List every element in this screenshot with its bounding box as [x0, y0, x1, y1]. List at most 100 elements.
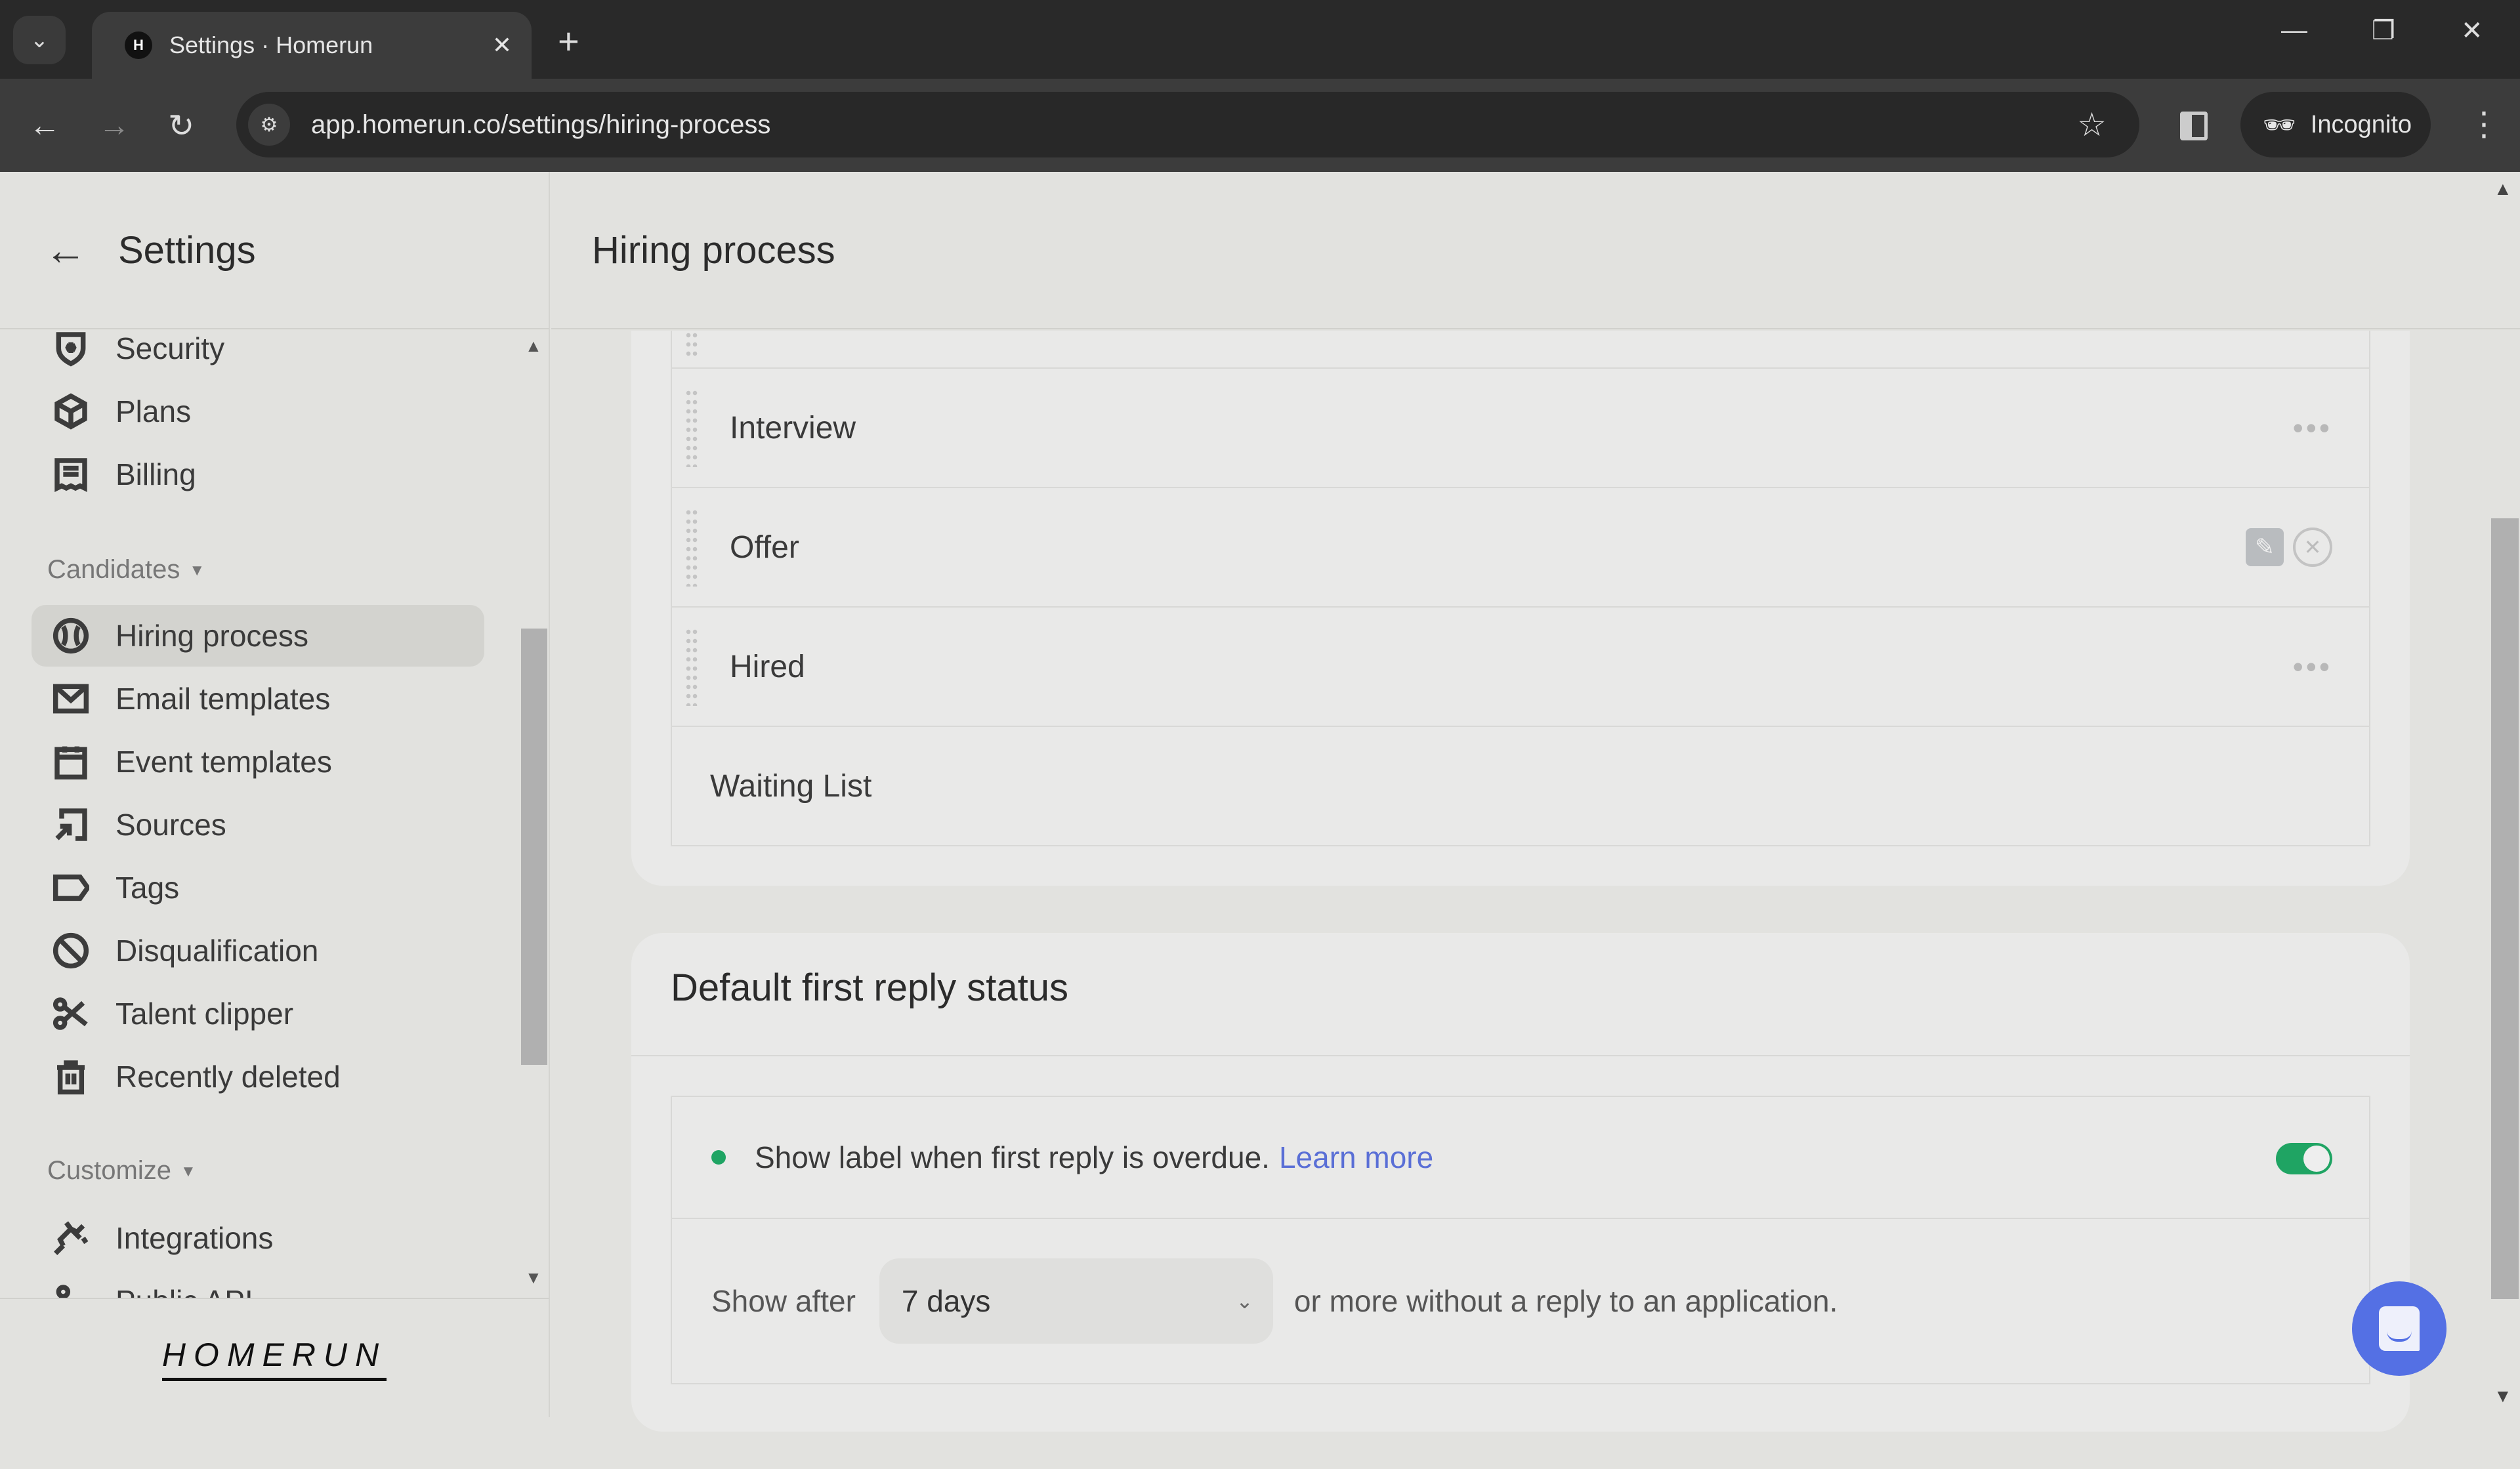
sidebar-item-sources[interactable]: Sources	[32, 794, 484, 856]
show-after-row: Show after 7 days ⌄ or more without a re…	[672, 1219, 2369, 1383]
envelope-icon	[52, 680, 89, 717]
address-bar[interactable]: ⚙ app.homerun.co/settings/hiring-process…	[236, 92, 2139, 157]
delete-circle-x-icon[interactable]: ✕	[2293, 528, 2332, 567]
reload-icon[interactable]: ↻	[168, 108, 194, 144]
bookmark-star-icon[interactable]: ☆	[2077, 106, 2107, 144]
sidebar-item-label: Talent clipper	[116, 997, 294, 1031]
stage-name: Offer	[730, 529, 799, 565]
stage-row[interactable]: Hired •••	[672, 606, 2369, 726]
stage-row[interactable]: Waiting List	[672, 726, 2369, 845]
sidebar-item-tags[interactable]: Tags	[32, 857, 484, 919]
stage-row[interactable]: Interview •••	[672, 367, 2369, 487]
drag-handle-icon[interactable]	[685, 627, 698, 706]
tab-title: Settings · Homerun	[169, 31, 373, 58]
browser-tab[interactable]: H Settings · Homerun ✕	[92, 12, 532, 79]
sidebar-item-label: Hiring process	[116, 619, 308, 653]
after-text: or more without a reply to an applicatio…	[1293, 1284, 1838, 1318]
chevron-down-icon: ⌄	[1236, 1289, 1253, 1313]
stage-name: Interview	[730, 410, 856, 445]
baseball-icon	[52, 617, 89, 654]
toggle-description: Show label when first reply is overdue.	[755, 1140, 1270, 1174]
forward-arrow-icon[interactable]: →	[98, 108, 130, 144]
hiring-stages-card: Interview ••• Offer ✎ ✕ Hired ••• Waitin…	[631, 331, 2410, 886]
sidebar-item-label: Integrations	[116, 1221, 274, 1255]
scroll-down-arrow-icon[interactable]: ▼	[2494, 1386, 2512, 1407]
sidebar-item-label: Recently deleted	[116, 1060, 341, 1094]
caret-down-icon: ▼	[189, 562, 205, 580]
scissors-icon	[52, 995, 89, 1032]
sidebar-item-security[interactable]: Security	[32, 331, 484, 379]
sidebar-item-email-templates[interactable]: Email templates	[32, 668, 484, 730]
sidebar-item-label: Tags	[116, 871, 180, 905]
stage-name: Waiting List	[710, 768, 872, 804]
days-select[interactable]: 7 days ⌄	[879, 1258, 1273, 1344]
site-settings-icon[interactable]: ⚙	[248, 104, 290, 146]
box-icon	[52, 393, 89, 430]
drag-handle-icon[interactable]	[685, 331, 698, 357]
scroll-up-arrow-icon[interactable]: ▲	[525, 336, 542, 356]
homerun-favicon-icon: H	[125, 31, 152, 59]
toggle-knob	[2303, 1146, 2330, 1172]
caret-down-icon: ▼	[180, 1163, 196, 1181]
sidebar-item-event-templates[interactable]: Event templates	[32, 731, 484, 793]
more-options-icon[interactable]: •••	[2293, 410, 2332, 445]
scroll-down-arrow-icon[interactable]: ▼	[525, 1268, 542, 1288]
sidebar-scrollbar[interactable]	[521, 629, 547, 1065]
learn-more-link[interactable]: Learn more	[1279, 1140, 1433, 1174]
sidebar-item-integrations[interactable]: Integrations	[32, 1207, 484, 1269]
stage-name: Hired	[730, 649, 805, 684]
back-arrow-icon[interactable]: ←	[29, 108, 60, 144]
sidebar-item-recently-deleted[interactable]: Recently deleted	[32, 1046, 484, 1107]
drag-handle-icon[interactable]	[685, 508, 698, 587]
first-reply-settings: Show label when first reply is overdue. L…	[671, 1096, 2370, 1384]
sidebar-item-talent-clipper[interactable]: Talent clipper	[32, 983, 484, 1045]
overdue-label-text: Show label when first reply is overdue. L…	[755, 1140, 1433, 1175]
browser-menu-icon[interactable]: ⋮	[2468, 105, 2500, 143]
side-panel-icon[interactable]	[2180, 112, 2208, 140]
incognito-badge[interactable]: 🕶 Incognito	[2240, 92, 2431, 157]
sidebar-item-label: Plans	[116, 394, 192, 428]
main-scrollbar[interactable]	[2491, 518, 2519, 1299]
shield-star-icon	[52, 331, 89, 367]
drag-handle-icon[interactable]	[685, 388, 698, 467]
chat-support-button[interactable]	[2352, 1281, 2446, 1376]
sidebar-footer: HOMERUN	[0, 1298, 549, 1417]
overdue-label-toggle[interactable]	[2276, 1143, 2332, 1174]
scroll-up-arrow-icon[interactable]: ▲	[2494, 178, 2512, 199]
select-value: 7 days	[901, 1284, 991, 1318]
back-arrow-icon[interactable]: ←	[45, 226, 87, 274]
sidebar-item-label: Disqualification	[116, 934, 319, 968]
more-options-icon[interactable]: •••	[2293, 649, 2332, 684]
sidebar-header: ← Settings	[0, 172, 549, 329]
section-candidates[interactable]: Candidates ▼	[47, 555, 205, 585]
homerun-logo: HOMERUN	[161, 1336, 387, 1381]
minimize-icon[interactable]: —	[2281, 16, 2307, 45]
overdue-label-row: Show label when first reply is overdue. L…	[672, 1097, 2369, 1219]
sidebar-item-disqualification[interactable]: Disqualification	[32, 920, 484, 982]
sidebar-item-billing[interactable]: Billing	[32, 444, 484, 505]
receipt-icon	[52, 456, 89, 493]
divider	[631, 1055, 2410, 1056]
stage-row[interactable]: Offer ✎ ✕	[672, 487, 2369, 606]
section-customize[interactable]: Customize ▼	[47, 1156, 196, 1186]
browser-toolbar: ← → ↻ ⚙ app.homerun.co/settings/hiring-p…	[0, 79, 2520, 172]
tab-close-icon[interactable]: ✕	[492, 31, 512, 59]
page-title: Hiring process	[592, 228, 835, 272]
sources-arrow-icon	[52, 806, 89, 843]
stage-row-partial[interactable]	[672, 331, 2369, 367]
url-text[interactable]: app.homerun.co/settings/hiring-process	[311, 110, 2077, 140]
main-content: Hiring process Interview ••• Offer ✎ ✕ H…	[551, 172, 2520, 1432]
tab-search-button[interactable]: ⌄	[13, 16, 66, 64]
ban-icon	[52, 932, 89, 969]
incognito-icon: 🕶	[2263, 110, 2296, 140]
restore-icon[interactable]: ❐	[2372, 16, 2395, 46]
edit-pencil-icon[interactable]: ✎	[2246, 528, 2284, 566]
trash-icon	[52, 1058, 89, 1095]
new-tab-icon[interactable]: +	[558, 20, 579, 62]
sidebar-title: Settings	[118, 228, 256, 272]
stage-list: Interview ••• Offer ✎ ✕ Hired ••• Waitin…	[671, 331, 2370, 846]
calendar-icon	[52, 743, 89, 780]
window-close-icon[interactable]: ✕	[2461, 16, 2483, 46]
sidebar-item-plans[interactable]: Plans	[32, 381, 484, 442]
sidebar-item-hiring-process[interactable]: Hiring process	[32, 605, 484, 667]
